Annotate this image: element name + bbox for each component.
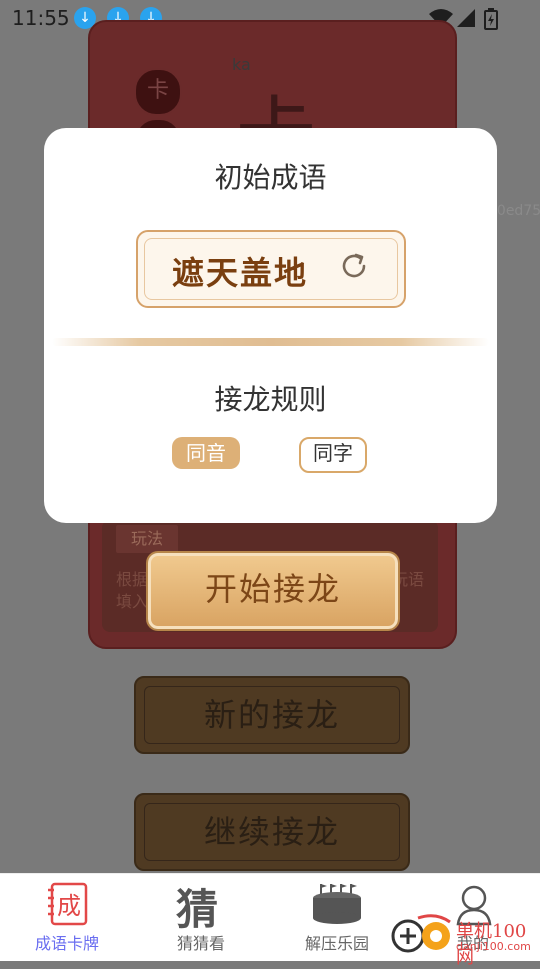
dialog-divider <box>52 338 489 346</box>
rule-option-same-sound[interactable]: 同音 <box>172 437 240 469</box>
new-chain-label: 新的接龙 <box>203 696 340 734</box>
idiom-card-icon: 成 <box>48 882 88 926</box>
continue-chain-label: 继续接龙 <box>203 813 340 851</box>
tab-label: 成语卡牌 <box>34 934 99 953</box>
tab-label: 解压乐园 <box>304 934 369 953</box>
tab-idiom-cards[interactable]: 成 成语卡牌 <box>22 872 112 960</box>
card-circle-char: 卡 <box>134 68 182 116</box>
start-chain-button[interactable]: 开始接龙 <box>148 553 398 629</box>
signal-icon <box>457 9 475 27</box>
watermark-url: danji100.com <box>456 940 531 953</box>
refresh-icon[interactable] <box>338 250 370 282</box>
rule-option-same-char[interactable]: 同字 <box>299 437 367 473</box>
dialog-title-rules: 接龙规则 <box>214 383 327 416</box>
guess-icon: 猜 <box>176 885 219 934</box>
idiom-card-icon-char: 成 <box>57 892 81 920</box>
status-time: 11:55 <box>12 6 70 30</box>
rules-tab[interactable]: 玩法 <box>116 525 178 553</box>
rules-text-line2: 填入 <box>116 592 149 611</box>
rules-text-line1: 根据 <box>116 570 149 589</box>
tab-stress-relief[interactable]: 解压乐园 <box>292 872 382 960</box>
new-chain-button[interactable]: 新的接龙 <box>134 676 410 754</box>
battery-icon <box>484 8 498 30</box>
dialog-title-initial: 初始成语 <box>214 161 327 194</box>
initial-idiom-text: 遮天盖地 <box>172 254 309 292</box>
tab-label: 猜猜看 <box>176 934 225 953</box>
watermark-logo-icon <box>391 914 451 953</box>
stress-relief-icon <box>313 884 361 924</box>
tab-guess[interactable]: 猜 猜猜看 <box>156 872 246 960</box>
continue-chain-button[interactable]: 继续接龙 <box>134 793 410 871</box>
